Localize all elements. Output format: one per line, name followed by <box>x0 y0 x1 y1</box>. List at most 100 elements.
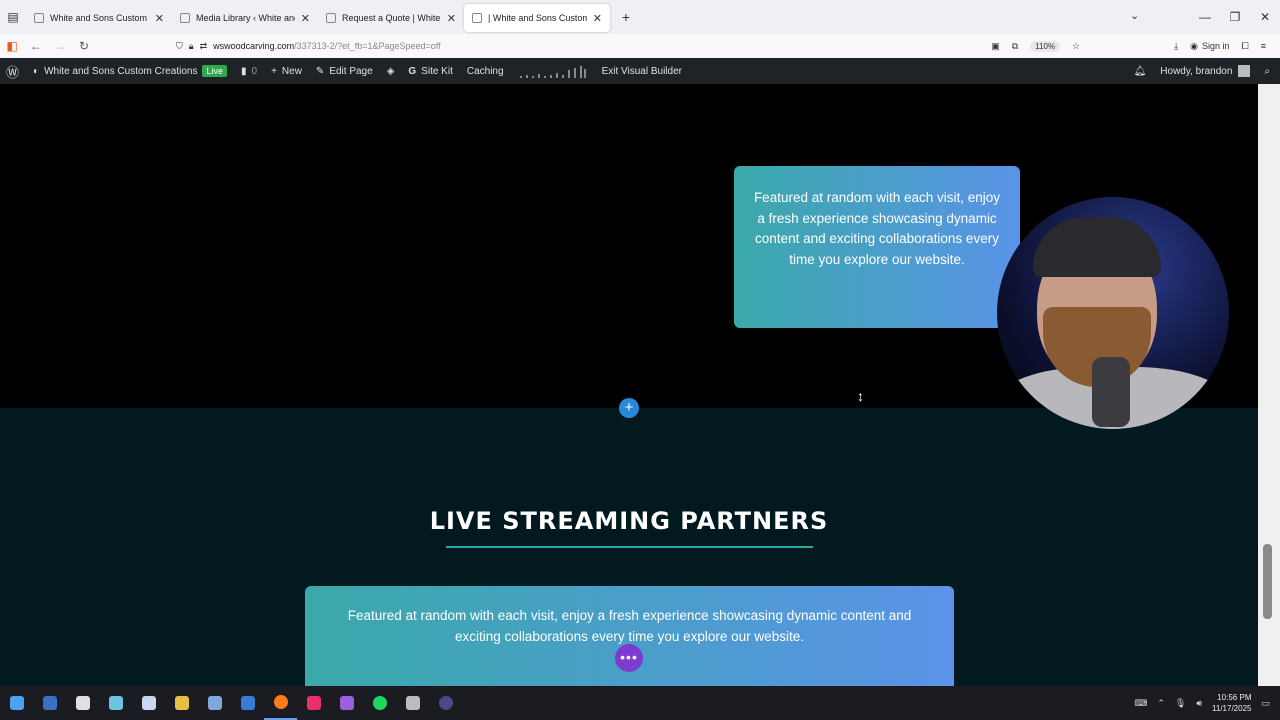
url-bar[interactable]: ⛉ 🔒︎ ⇄ wswoodcarving.com/337313-2/?et_fb… <box>176 36 1066 56</box>
downloads-icon[interactable]: ⤓ <box>1174 41 1178 52</box>
extensions-icon[interactable]: ⧠ <box>1242 41 1249 52</box>
browser-tab[interactable]: White and Sons Custom Creatio ✕ <box>26 4 172 32</box>
maps-icon[interactable] <box>297 686 330 720</box>
notifications-icon[interactable]: ▭ <box>1261 698 1270 709</box>
windows-taskbar: ⌨ ⌃ 🎙︎ 🔊︎ 10:56 PM 11/17/2025 ▭ <box>0 686 1280 720</box>
clock-time: 10:56 PM <box>1217 693 1252 702</box>
browser-tab[interactable]: Request a Quote | White and S ✕ <box>318 4 464 32</box>
search-icon[interactable]: ⌕ <box>1264 66 1270 77</box>
app-2-icon[interactable] <box>66 686 99 720</box>
caching-link[interactable]: Caching <box>467 66 504 77</box>
shield-icon[interactable]: ⛉ <box>176 41 183 52</box>
webcam-cap <box>1033 217 1161 277</box>
menu-icon[interactable]: ≡ <box>1261 41 1266 51</box>
comments-count: 0 <box>251 65 258 77</box>
tab-label: Request a Quote | White and S <box>342 13 441 23</box>
back-icon[interactable]: ← <box>24 39 48 53</box>
forward-icon[interactable]: → <box>48 39 72 53</box>
picture-in-picture-icon[interactable]: ▣ <box>991 41 1000 52</box>
wordpress-logo-icon[interactable]: Ⓦ <box>6 62 19 81</box>
bookmark-star-icon[interactable]: ☆ <box>1072 41 1080 52</box>
tab-close-icon[interactable]: ✕ <box>301 12 310 25</box>
close-icon[interactable]: ✕ <box>1250 10 1280 24</box>
tab-list-icon[interactable]: ▤ <box>0 0 26 34</box>
partners-text: Featured at random with each visit, enjo… <box>347 608 912 644</box>
volume-icon[interactable]: 🔊︎ <box>1196 698 1202 709</box>
notification-bell-icon[interactable]: 🔔︎ <box>1134 66 1147 77</box>
new-tab-button[interactable]: + <box>616 9 636 25</box>
stats-sparkline-icon[interactable] <box>518 64 588 78</box>
new-content-link[interactable]: + New <box>271 66 302 77</box>
dashboard-icon: ◐ <box>33 65 40 77</box>
reload-icon[interactable]: ↻ <box>72 39 96 53</box>
caching-label: Caching <box>466 65 504 77</box>
sidebar-icon[interactable]: ◧ <box>0 39 24 53</box>
tab-favicon-icon <box>472 13 482 23</box>
minimize-icon[interactable]: — <box>1190 10 1220 24</box>
windows-start-icon[interactable] <box>0 686 33 720</box>
site-name-link[interactable]: ◐ White and Sons Custom Creations Live <box>33 65 227 77</box>
featured-text-box[interactable]: Featured at random with each visit, enjo… <box>734 166 1020 328</box>
url-path: /337313-2/?et_fb=1&PageSpeed=off <box>294 41 441 51</box>
edit-page-label: Edit Page <box>329 65 373 77</box>
app-5-icon[interactable] <box>330 686 363 720</box>
tab-label: White and Sons Custom Creatio <box>50 13 149 23</box>
save-page-icon[interactable]: ⧉ <box>1012 41 1018 52</box>
notes-icon[interactable] <box>132 686 165 720</box>
app-3-icon[interactable] <box>99 686 132 720</box>
scrollbar-thumb[interactable] <box>1263 544 1272 619</box>
wp-admin-bar: Ⓦ ◐ White and Sons Custom Creations Live… <box>0 58 1280 84</box>
site-kit-label: Site Kit <box>421 65 453 77</box>
window-controls: — ❐ ✕ <box>1190 0 1280 34</box>
text-cursor-icon: ↕ <box>857 388 864 404</box>
edit-page-link[interactable]: ✎ Edit Page <box>316 66 373 77</box>
partners-heading: LIVE STREAMING PARTNERS <box>429 507 829 535</box>
clock-date: 11/17/2025 <box>1212 704 1252 713</box>
firefox-icon[interactable] <box>264 686 297 720</box>
tab-favicon-icon <box>34 13 44 23</box>
module-settings-button[interactable]: ••• <box>615 644 643 672</box>
browser-tab-strip: ▤ White and Sons Custom Creatio ✕ Media … <box>0 0 1280 34</box>
tab-close-icon[interactable]: ✕ <box>447 12 456 25</box>
my-account-link[interactable]: Howdy, brandon <box>1160 65 1251 77</box>
lock-icon[interactable]: 🔒︎ <box>189 41 194 52</box>
clock[interactable]: 10:56 PM 11/17/2025 <box>1212 692 1251 714</box>
add-section-button[interactable]: + <box>619 398 639 418</box>
page-scrollbar[interactable] <box>1258 84 1280 686</box>
tab-close-icon[interactable]: ✕ <box>155 12 164 25</box>
admin-bar-right: 🔔︎ Howdy, brandon ⌕ <box>1134 58 1270 84</box>
zoom-level[interactable]: 110% <box>1030 40 1061 52</box>
app-1-icon[interactable] <box>33 686 66 720</box>
tab-close-icon[interactable]: ✕ <box>593 12 602 25</box>
url-domain: wswoodcarving.com <box>213 41 295 51</box>
browser-tab-active[interactable]: | White and Sons Custom Creati ✕ <box>464 4 610 32</box>
new-label: New <box>281 65 302 77</box>
app-4-icon[interactable] <box>231 686 264 720</box>
page-content: Featured at random with each visit, enjo… <box>0 84 1258 686</box>
browser-tab[interactable]: Media Library ‹ White and Sons ✕ <box>172 4 318 32</box>
spotify-icon[interactable] <box>363 686 396 720</box>
calculator-icon[interactable] <box>396 686 429 720</box>
chevron-up-icon[interactable]: ⌃ <box>1157 698 1165 709</box>
featured-text: Featured at random with each visit, enjo… <box>753 190 1001 268</box>
chevron-down-icon[interactable]: ⌄ <box>1130 9 1139 22</box>
keyboard-icon[interactable]: ⌨ <box>1134 698 1147 709</box>
app-6-icon[interactable] <box>429 686 462 720</box>
exit-visual-builder-link[interactable]: Exit Visual Builder <box>602 66 682 77</box>
steam-icon[interactable] <box>198 686 231 720</box>
heading-underline <box>446 546 813 548</box>
pencil-icon: ✎ <box>315 65 325 77</box>
divi-icon[interactable]: ◈ <box>387 66 395 77</box>
site-info-icon[interactable]: ⇄ <box>200 41 208 52</box>
webcam-microphone <box>1092 357 1130 427</box>
account-icon: ◉ <box>1190 40 1198 51</box>
file-explorer-icon[interactable] <box>165 686 198 720</box>
comments-link[interactable]: ▮ 0 <box>241 66 257 77</box>
restore-icon[interactable]: ❐ <box>1220 10 1250 24</box>
browser-nav-bar: ◧ ← → ↻ ⛉ 🔒︎ ⇄ wswoodcarving.com/337313-… <box>0 34 1280 58</box>
plus-icon: + <box>271 65 277 77</box>
microphone-icon[interactable]: 🎙︎ <box>1175 698 1186 709</box>
sign-in-button[interactable]: ◉ Sign in <box>1190 41 1229 52</box>
site-kit-link[interactable]: G Site Kit <box>408 66 452 77</box>
site-name-label: White and Sons Custom Creations <box>44 65 198 77</box>
